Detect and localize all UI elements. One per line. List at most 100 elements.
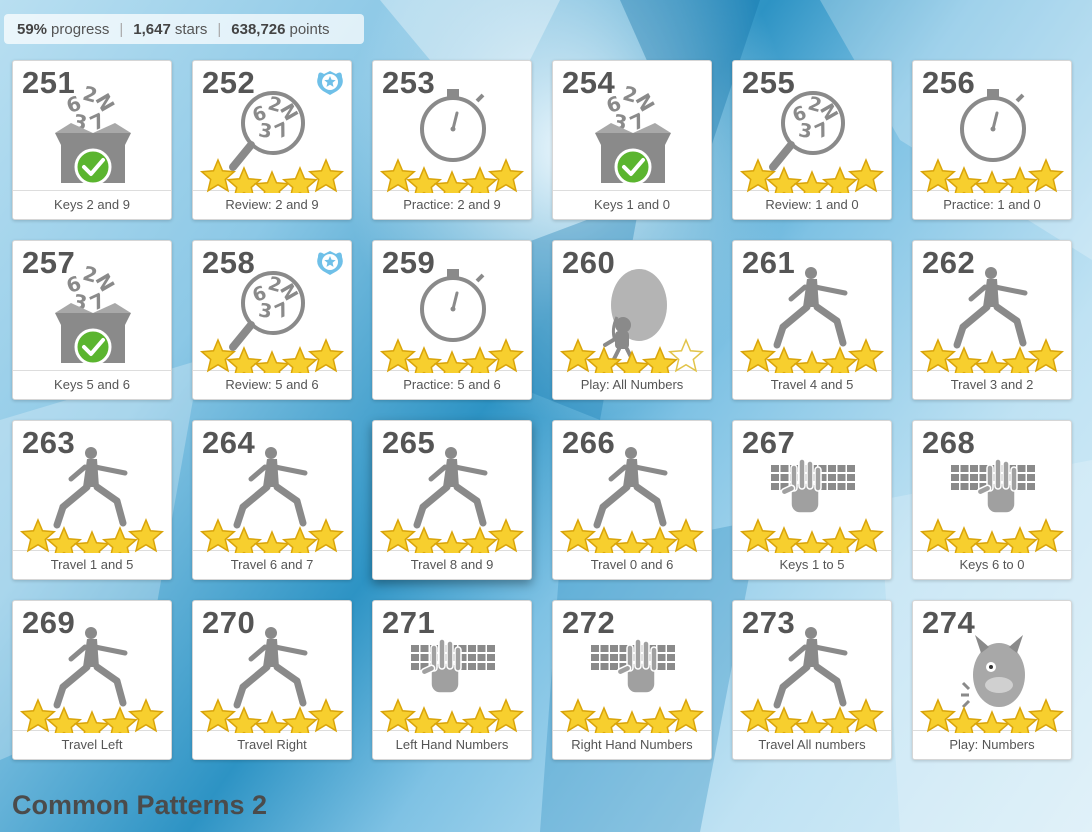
lesson-number: 268 (922, 425, 976, 460)
lesson-number: 257 (22, 245, 76, 280)
star-filled-icon (919, 518, 957, 553)
star-filled-icon (793, 710, 831, 733)
stars-label: stars (174, 20, 208, 38)
star-filled-icon (379, 338, 417, 373)
star-filled-icon (739, 518, 777, 553)
star-filled-icon (253, 350, 291, 373)
star-filled-icon (919, 338, 957, 373)
lesson-tile-270[interactable]: 270 Travel Right (192, 600, 352, 760)
lesson-label: Travel All numbers (733, 730, 891, 759)
lesson-label: Review: 5 and 6 (193, 370, 351, 399)
star-filled-icon (973, 530, 1011, 553)
star-filled-icon (847, 518, 885, 553)
star-filled-icon (667, 698, 705, 733)
lesson-tile-262[interactable]: 262 Travel 3 and 2 (912, 240, 1072, 400)
star-filled-icon (307, 518, 345, 553)
lesson-label: Keys 6 to 0 (913, 550, 1071, 579)
star-filled-icon (559, 698, 597, 733)
lesson-label: Travel 4 and 5 (733, 370, 891, 399)
lesson-tile-272[interactable]: 272 Right Hand Numbers (552, 600, 712, 760)
lesson-tile-267[interactable]: 267 Keys 1 to 5 (732, 420, 892, 580)
star-filled-icon (793, 350, 831, 373)
lesson-tile-257[interactable]: 257 6 2 N 3 7 Keys 5 and 6 (12, 240, 172, 400)
lesson-label: Travel Right (193, 730, 351, 759)
lesson-tile-268[interactable]: 268 Keys 6 to 0 (912, 420, 1072, 580)
separator: | (217, 20, 222, 38)
lesson-tile-264[interactable]: 264 Travel 6 and 7 (192, 420, 352, 580)
lesson-label: Keys 1 and 0 (553, 190, 711, 219)
lesson-label: Keys 2 and 9 (13, 190, 171, 219)
lesson-tile-269[interactable]: 269 Travel Left (12, 600, 172, 760)
star-filled-icon (199, 338, 237, 373)
points-value: 638,726 (231, 20, 286, 38)
stars-value: 1,647 (133, 20, 171, 38)
star-filled-icon (1027, 158, 1065, 193)
lesson-label: Travel 1 and 5 (13, 550, 171, 579)
lesson-tile-263[interactable]: 263 Travel 1 and 5 (12, 420, 172, 580)
star-filled-icon (127, 698, 165, 733)
star-filled-icon (487, 518, 525, 553)
star-filled-icon (973, 350, 1011, 373)
star-filled-icon (847, 158, 885, 193)
star-filled-icon (307, 158, 345, 193)
star-filled-icon (253, 170, 291, 193)
star-filled-icon (307, 338, 345, 373)
star-filled-icon (1027, 338, 1065, 373)
star-filled-icon (199, 518, 237, 553)
lesson-number: 256 (922, 65, 976, 100)
star-filled-icon (73, 710, 111, 733)
lesson-tile-258[interactable]: 258 6 2 N 3 7 Review: 5 and 6 (192, 240, 352, 400)
star-filled-icon (199, 698, 237, 733)
star-filled-icon (847, 338, 885, 373)
star-filled-icon (919, 158, 957, 193)
star-filled-icon (559, 518, 597, 553)
star-filled-icon (19, 518, 57, 553)
lesson-number: 272 (562, 605, 616, 640)
star-filled-icon (793, 530, 831, 553)
lesson-tile-259[interactable]: 259 Practice: 5 and 6 (372, 240, 532, 400)
lesson-number: 266 (562, 425, 616, 460)
lesson-number: 270 (202, 605, 256, 640)
star-filled-icon (973, 710, 1011, 733)
star-filled-icon (793, 170, 831, 193)
star-filled-icon (847, 698, 885, 733)
star-filled-icon (307, 698, 345, 733)
lesson-number: 261 (742, 245, 796, 280)
lesson-label: Right Hand Numbers (553, 730, 711, 759)
lesson-label: Travel 8 and 9 (373, 550, 531, 579)
star-filled-icon (433, 710, 471, 733)
lesson-tile-251[interactable]: 251 6 2 N 3 7 Keys 2 and 9 (12, 60, 172, 220)
lesson-tile-261[interactable]: 261 Travel 4 and 5 (732, 240, 892, 400)
lesson-tile-252[interactable]: 252 6 2 N 3 7 Review: 2 and 9 (192, 60, 352, 220)
lesson-number: 267 (742, 425, 796, 460)
star-filled-icon (253, 530, 291, 553)
star-filled-icon (253, 710, 291, 733)
lesson-number: 255 (742, 65, 796, 100)
lesson-tile-253[interactable]: 253 Practice: 2 and 9 (372, 60, 532, 220)
lesson-tile-274[interactable]: 274 Play: Numbers (912, 600, 1072, 760)
lesson-tile-266[interactable]: 266 Travel 0 and 6 (552, 420, 712, 580)
star-filled-icon (433, 530, 471, 553)
lesson-tile-265[interactable]: 265 Travel 8 and 9 (372, 420, 532, 580)
lesson-number: 251 (22, 65, 76, 100)
lesson-number: 265 (382, 425, 436, 460)
lesson-tile-254[interactable]: 254 6 2 N 3 7 Keys 1 and 0 (552, 60, 712, 220)
lesson-number: 253 (382, 65, 436, 100)
section-title: Common Patterns 2 (12, 790, 268, 820)
lesson-label: Play: All Numbers (553, 370, 711, 399)
lesson-label: Practice: 5 and 6 (373, 370, 531, 399)
lesson-tile-260[interactable]: 260 Play: All Numbers (552, 240, 712, 400)
lesson-tile-273[interactable]: 273 Travel All numbers (732, 600, 892, 760)
lesson-tile-271[interactable]: 271 Left Hand Numbers (372, 600, 532, 760)
lesson-number: 263 (22, 425, 76, 460)
lesson-label: Travel Left (13, 730, 171, 759)
lesson-number: 269 (22, 605, 76, 640)
lesson-label: Review: 2 and 9 (193, 190, 351, 219)
lesson-label: Keys 1 to 5 (733, 550, 891, 579)
lesson-label: Travel 3 and 2 (913, 370, 1071, 399)
lesson-tile-256[interactable]: 256 Practice: 1 and 0 (912, 60, 1072, 220)
star-filled-icon (379, 158, 417, 193)
lesson-tile-255[interactable]: 255 6 2 N 3 7 Review: 1 and 0 (732, 60, 892, 220)
lesson-number: 273 (742, 605, 796, 640)
star-filled-icon (739, 158, 777, 193)
